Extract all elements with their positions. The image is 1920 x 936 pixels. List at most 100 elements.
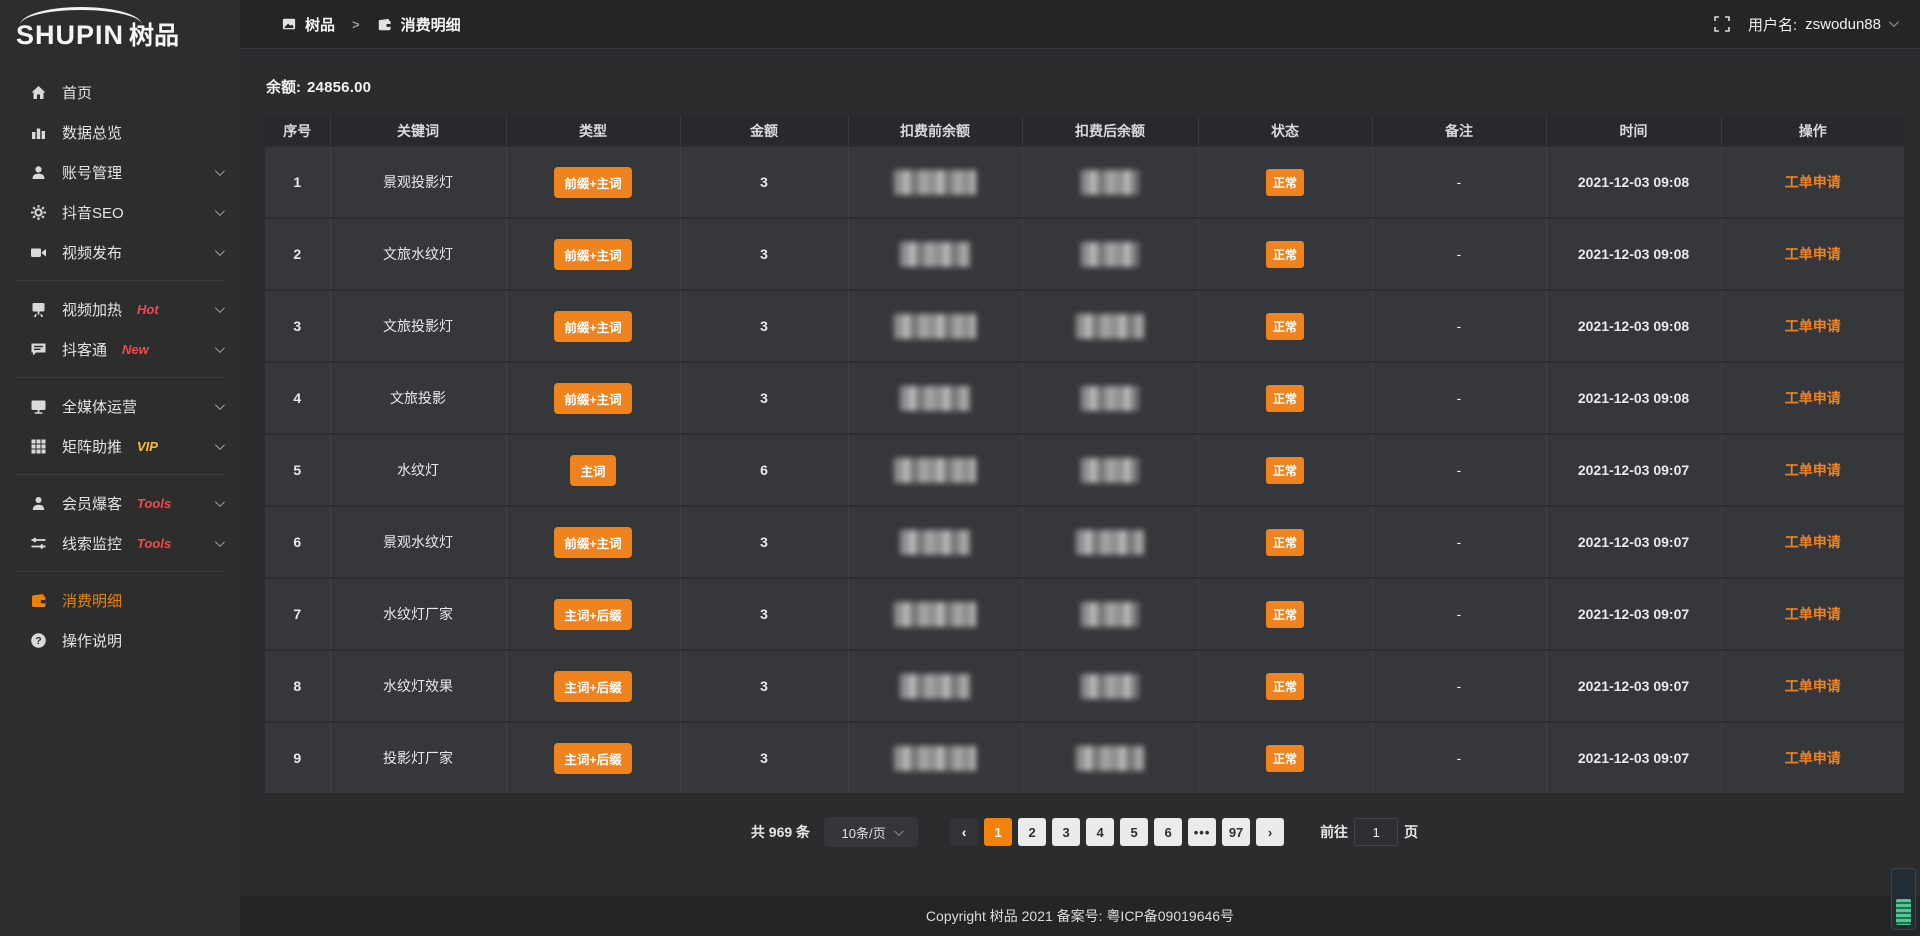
- footer: Copyright 树品 2021 备案号: 粤ICP备09019646号: [240, 896, 1920, 936]
- work-order-link[interactable]: 工单申请: [1785, 534, 1841, 550]
- green-stripes-indicator: [1896, 899, 1911, 925]
- fullscreen-icon[interactable]: [1714, 16, 1730, 32]
- cell-index: 1: [265, 146, 330, 218]
- copyright-text: Copyright 树品 2021 备案号: 粤ICP备09019646号: [926, 906, 1234, 926]
- sidebar-item-douketong[interactable]: 抖客通 New: [0, 329, 240, 369]
- cell-keyword: 水纹灯: [330, 434, 506, 506]
- cell-type: 前缀+主词: [506, 362, 680, 434]
- consumption-table: 序号 关键词 类型 金额 扣费前余额 扣费后余额 状态 备注 时间 操作 1 景…: [265, 116, 1904, 795]
- cell-balance-after-masked: [1022, 362, 1198, 434]
- masked-value: [1076, 530, 1144, 555]
- col-header-keyword: 关键词: [330, 116, 506, 146]
- browser-extension-widget[interactable]: [1891, 868, 1916, 930]
- wallet-icon: [377, 17, 392, 32]
- tools-badge: Tools: [137, 536, 171, 551]
- sidebar-item-video-heating[interactable]: 视频加热 Hot: [0, 289, 240, 329]
- cell-amount: 6: [680, 434, 848, 506]
- page-size-select[interactable]: 10条/页: [824, 817, 918, 847]
- chevron-down-icon: [215, 206, 225, 216]
- page-button-97[interactable]: 97: [1222, 818, 1250, 846]
- sidebar-divider: [16, 474, 224, 475]
- masked-value: [894, 602, 976, 627]
- type-badge: 前缀+主词: [554, 239, 631, 270]
- work-order-link[interactable]: 工单申请: [1785, 246, 1841, 262]
- cell-keyword: 水纹灯效果: [330, 650, 506, 722]
- page-button-3[interactable]: 3: [1052, 818, 1080, 846]
- sidebar-item-consumption-detail[interactable]: 消费明细: [0, 580, 240, 620]
- col-header-type: 类型: [506, 116, 680, 146]
- goto-suffix: 页: [1404, 822, 1418, 842]
- cell-balance-after-masked: [1022, 722, 1198, 794]
- topbar: 树品 > 消费明细 用户名: zswodun88: [240, 0, 1920, 49]
- col-header-balance-after: 扣费后余额: [1022, 116, 1198, 146]
- sidebar-item-lead-monitor[interactable]: 线索监控 Tools: [0, 523, 240, 563]
- masked-value: [900, 530, 970, 555]
- total-count: 共 969 条: [751, 822, 810, 842]
- status-badge: 正常: [1266, 673, 1304, 700]
- cell-type: 前缀+主词: [506, 146, 680, 218]
- cell-balance-before-masked: [848, 290, 1022, 362]
- page-button-1[interactable]: 1: [984, 818, 1012, 846]
- cell-balance-after-masked: [1022, 434, 1198, 506]
- sidebar-item-account-mgmt[interactable]: 账号管理: [0, 152, 240, 192]
- status-badge: 正常: [1266, 601, 1304, 628]
- cell-keyword: 景观投影灯: [330, 146, 506, 218]
- work-order-link[interactable]: 工单申请: [1785, 390, 1841, 406]
- col-header-remark: 备注: [1372, 116, 1546, 146]
- svg-text:?: ?: [35, 635, 41, 647]
- prev-page-button[interactable]: ‹: [950, 818, 978, 846]
- breadcrumb-item-root[interactable]: 树品: [305, 14, 335, 35]
- table-row: 1 景观投影灯 前缀+主词 3 正常 - 2021-12-03 09:08 工单…: [265, 146, 1904, 218]
- work-order-link[interactable]: 工单申请: [1785, 678, 1841, 694]
- sidebar-item-omni-media[interactable]: 全媒体运营: [0, 386, 240, 426]
- cell-operation: 工单申请: [1721, 434, 1904, 506]
- page-button-6[interactable]: 6: [1154, 818, 1182, 846]
- next-page-button[interactable]: ›: [1256, 818, 1284, 846]
- sidebar-item-data-overview[interactable]: 数据总览: [0, 112, 240, 152]
- person-icon: [30, 495, 47, 512]
- cell-index: 8: [265, 650, 330, 722]
- cell-amount: 3: [680, 146, 848, 218]
- cell-balance-after-masked: [1022, 650, 1198, 722]
- cell-keyword: 投影灯厂家: [330, 722, 506, 794]
- status-badge: 正常: [1266, 313, 1304, 340]
- cell-type: 前缀+主词: [506, 218, 680, 290]
- user-menu[interactable]: 用户名: zswodun88: [1748, 14, 1896, 35]
- pagination: 共 969 条 10条/页 ‹ 1 2 3 4 5 6 ••• 97 › 前往 …: [265, 817, 1904, 847]
- cell-keyword: 文旅水纹灯: [330, 218, 506, 290]
- sidebar-item-member-baoke[interactable]: 会员爆客 Tools: [0, 483, 240, 523]
- masked-value: [1081, 242, 1139, 267]
- bar-chart-icon: [30, 124, 47, 141]
- masked-value: [900, 386, 970, 411]
- cell-type: 前缀+主词: [506, 506, 680, 578]
- work-order-link[interactable]: 工单申请: [1785, 606, 1841, 622]
- work-order-link[interactable]: 工单申请: [1785, 750, 1841, 766]
- type-badge: 主词+后缀: [554, 743, 631, 774]
- sidebar-item-video-publish[interactable]: 视频发布: [0, 232, 240, 272]
- tools-badge: Tools: [137, 496, 171, 511]
- cell-status: 正常: [1198, 722, 1372, 794]
- cell-balance-before-masked: [848, 506, 1022, 578]
- work-order-link[interactable]: 工单申请: [1785, 174, 1841, 190]
- work-order-link[interactable]: 工单申请: [1785, 318, 1841, 334]
- cell-index: 5: [265, 434, 330, 506]
- page-button-4[interactable]: 4: [1086, 818, 1114, 846]
- more-pages-button[interactable]: •••: [1188, 818, 1216, 846]
- cell-type: 主词+后缀: [506, 650, 680, 722]
- sidebar-item-douyin-seo[interactable]: 抖音SEO: [0, 192, 240, 232]
- goto-page-input[interactable]: [1354, 818, 1398, 846]
- sidebar-item-matrix-boost[interactable]: 矩阵助推 VIP: [0, 426, 240, 466]
- cell-status: 正常: [1198, 578, 1372, 650]
- masked-value: [1081, 458, 1139, 483]
- type-badge: 主词: [570, 455, 615, 486]
- sidebar-item-label: 数据总览: [62, 122, 122, 143]
- work-order-link[interactable]: 工单申请: [1785, 462, 1841, 478]
- table-row: 4 文旅投影 前缀+主词 3 正常 - 2021-12-03 09:08 工单申…: [265, 362, 1904, 434]
- page-button-5[interactable]: 5: [1120, 818, 1148, 846]
- breadcrumb-separator: >: [352, 17, 360, 32]
- cell-operation: 工单申请: [1721, 362, 1904, 434]
- sidebar-item-instructions[interactable]: ? 操作说明: [0, 620, 240, 660]
- cell-status: 正常: [1198, 434, 1372, 506]
- sidebar-item-home[interactable]: 首页: [0, 72, 240, 112]
- page-button-2[interactable]: 2: [1018, 818, 1046, 846]
